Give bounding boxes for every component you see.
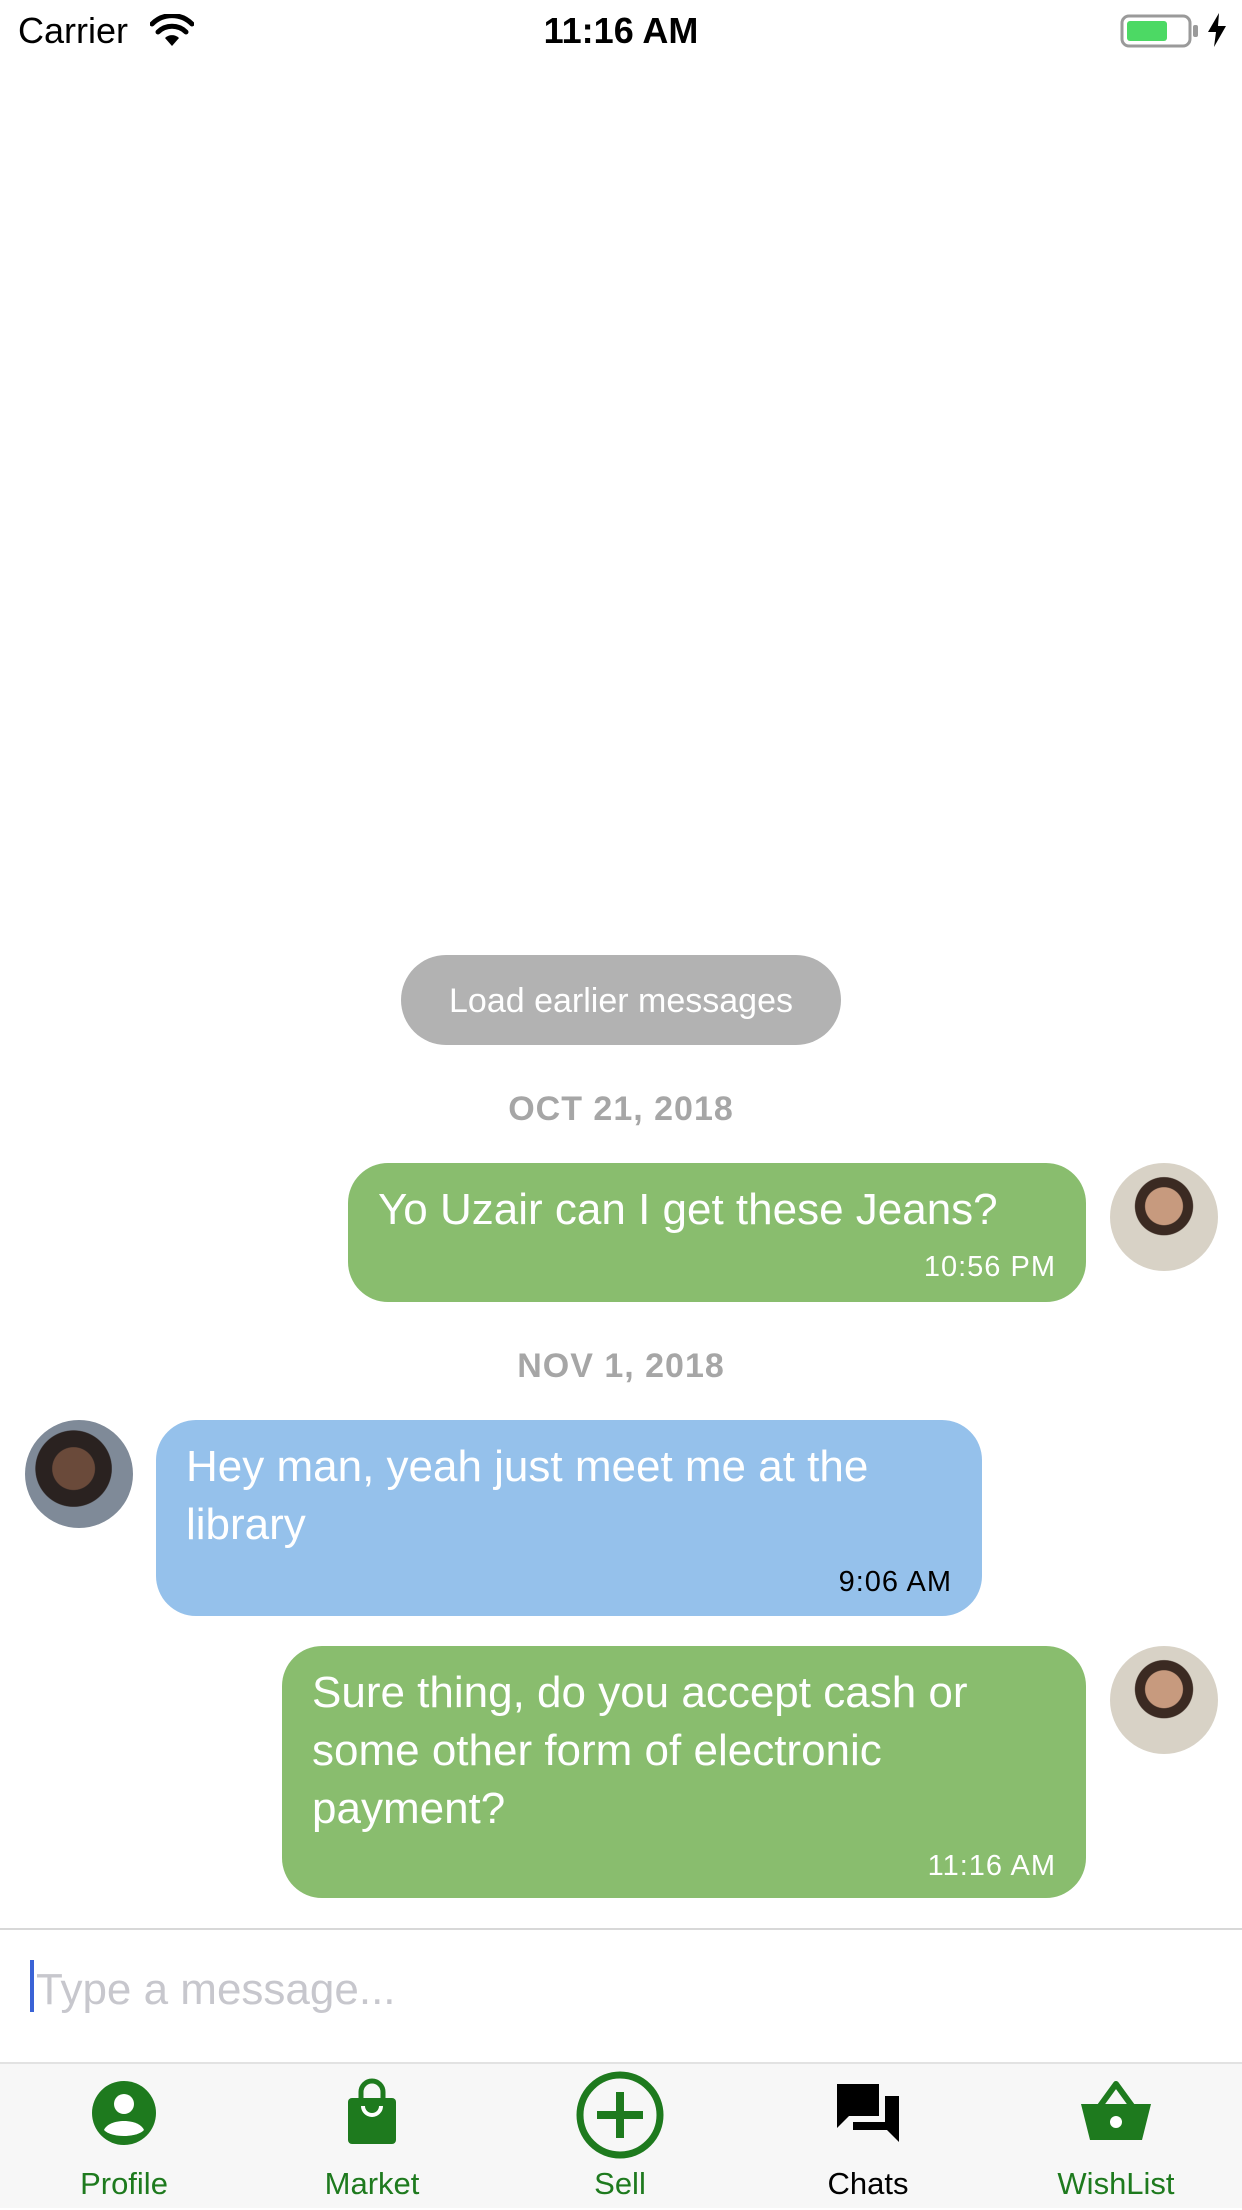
message-time: 11:16 AM: [927, 1850, 1056, 1882]
message-bubble-incoming[interactable]: Hey man, yeah just meet me at the librar…: [156, 1420, 982, 1616]
message-bubble-outgoing[interactable]: Sure thing, do you accept cash or some o…: [282, 1646, 1086, 1898]
message-time: 10:56 PM: [923, 1251, 1056, 1283]
account-circle-icon: [92, 2081, 156, 2145]
tab-sell[interactable]: Sell: [496, 2064, 744, 2210]
tab-bar: Profile Market Sell Chats WishList: [0, 2062, 1242, 2208]
tab-market[interactable]: Market: [248, 2064, 496, 2210]
day-separator: OCT 21, 2018: [508, 1090, 734, 1128]
shopping-bag-icon: [348, 2078, 396, 2144]
tab-label: Chats: [827, 2166, 909, 2201]
status-time: 11:16 AM: [543, 10, 699, 51]
tab-label: WishList: [1057, 2166, 1175, 2201]
tab-label: Market: [324, 2166, 420, 2201]
tab-label: Sell: [594, 2166, 646, 2201]
avatar[interactable]: [1110, 1163, 1218, 1271]
message-text: Yo Uzair can I get these Jeans?: [378, 1185, 998, 1234]
avatar[interactable]: [25, 1420, 133, 1528]
plus-circle-icon: [576, 2071, 664, 2159]
forum-icon: [837, 2084, 899, 2142]
charging-icon: [1208, 13, 1226, 47]
message-bubble-outgoing[interactable]: Yo Uzair can I get these Jeans? 10:56 PM: [348, 1163, 1086, 1302]
message-text: Hey man, yeah just meet me at the librar…: [186, 1442, 869, 1549]
day-separator: NOV 1, 2018: [517, 1347, 725, 1385]
message-time: 9:06 AM: [838, 1566, 952, 1598]
tab-wishlist[interactable]: WishList: [992, 2064, 1240, 2210]
tab-label: Profile: [80, 2166, 168, 2201]
message-text: Sure thing, do you accept cash or some o…: [312, 1668, 968, 1833]
load-earlier-button[interactable]: Load earlier messages: [401, 955, 841, 1045]
tab-profile[interactable]: Profile: [0, 2064, 248, 2210]
composer-divider: [0, 1928, 1242, 1930]
message-input[interactable]: [34, 1950, 1214, 2030]
tab-chats[interactable]: Chats: [744, 2064, 992, 2210]
battery-icon: [1120, 14, 1198, 48]
basket-icon: [1081, 2081, 1151, 2140]
avatar[interactable]: [1110, 1646, 1218, 1754]
status-bar: Carrier 11:16 AM: [0, 0, 1242, 62]
